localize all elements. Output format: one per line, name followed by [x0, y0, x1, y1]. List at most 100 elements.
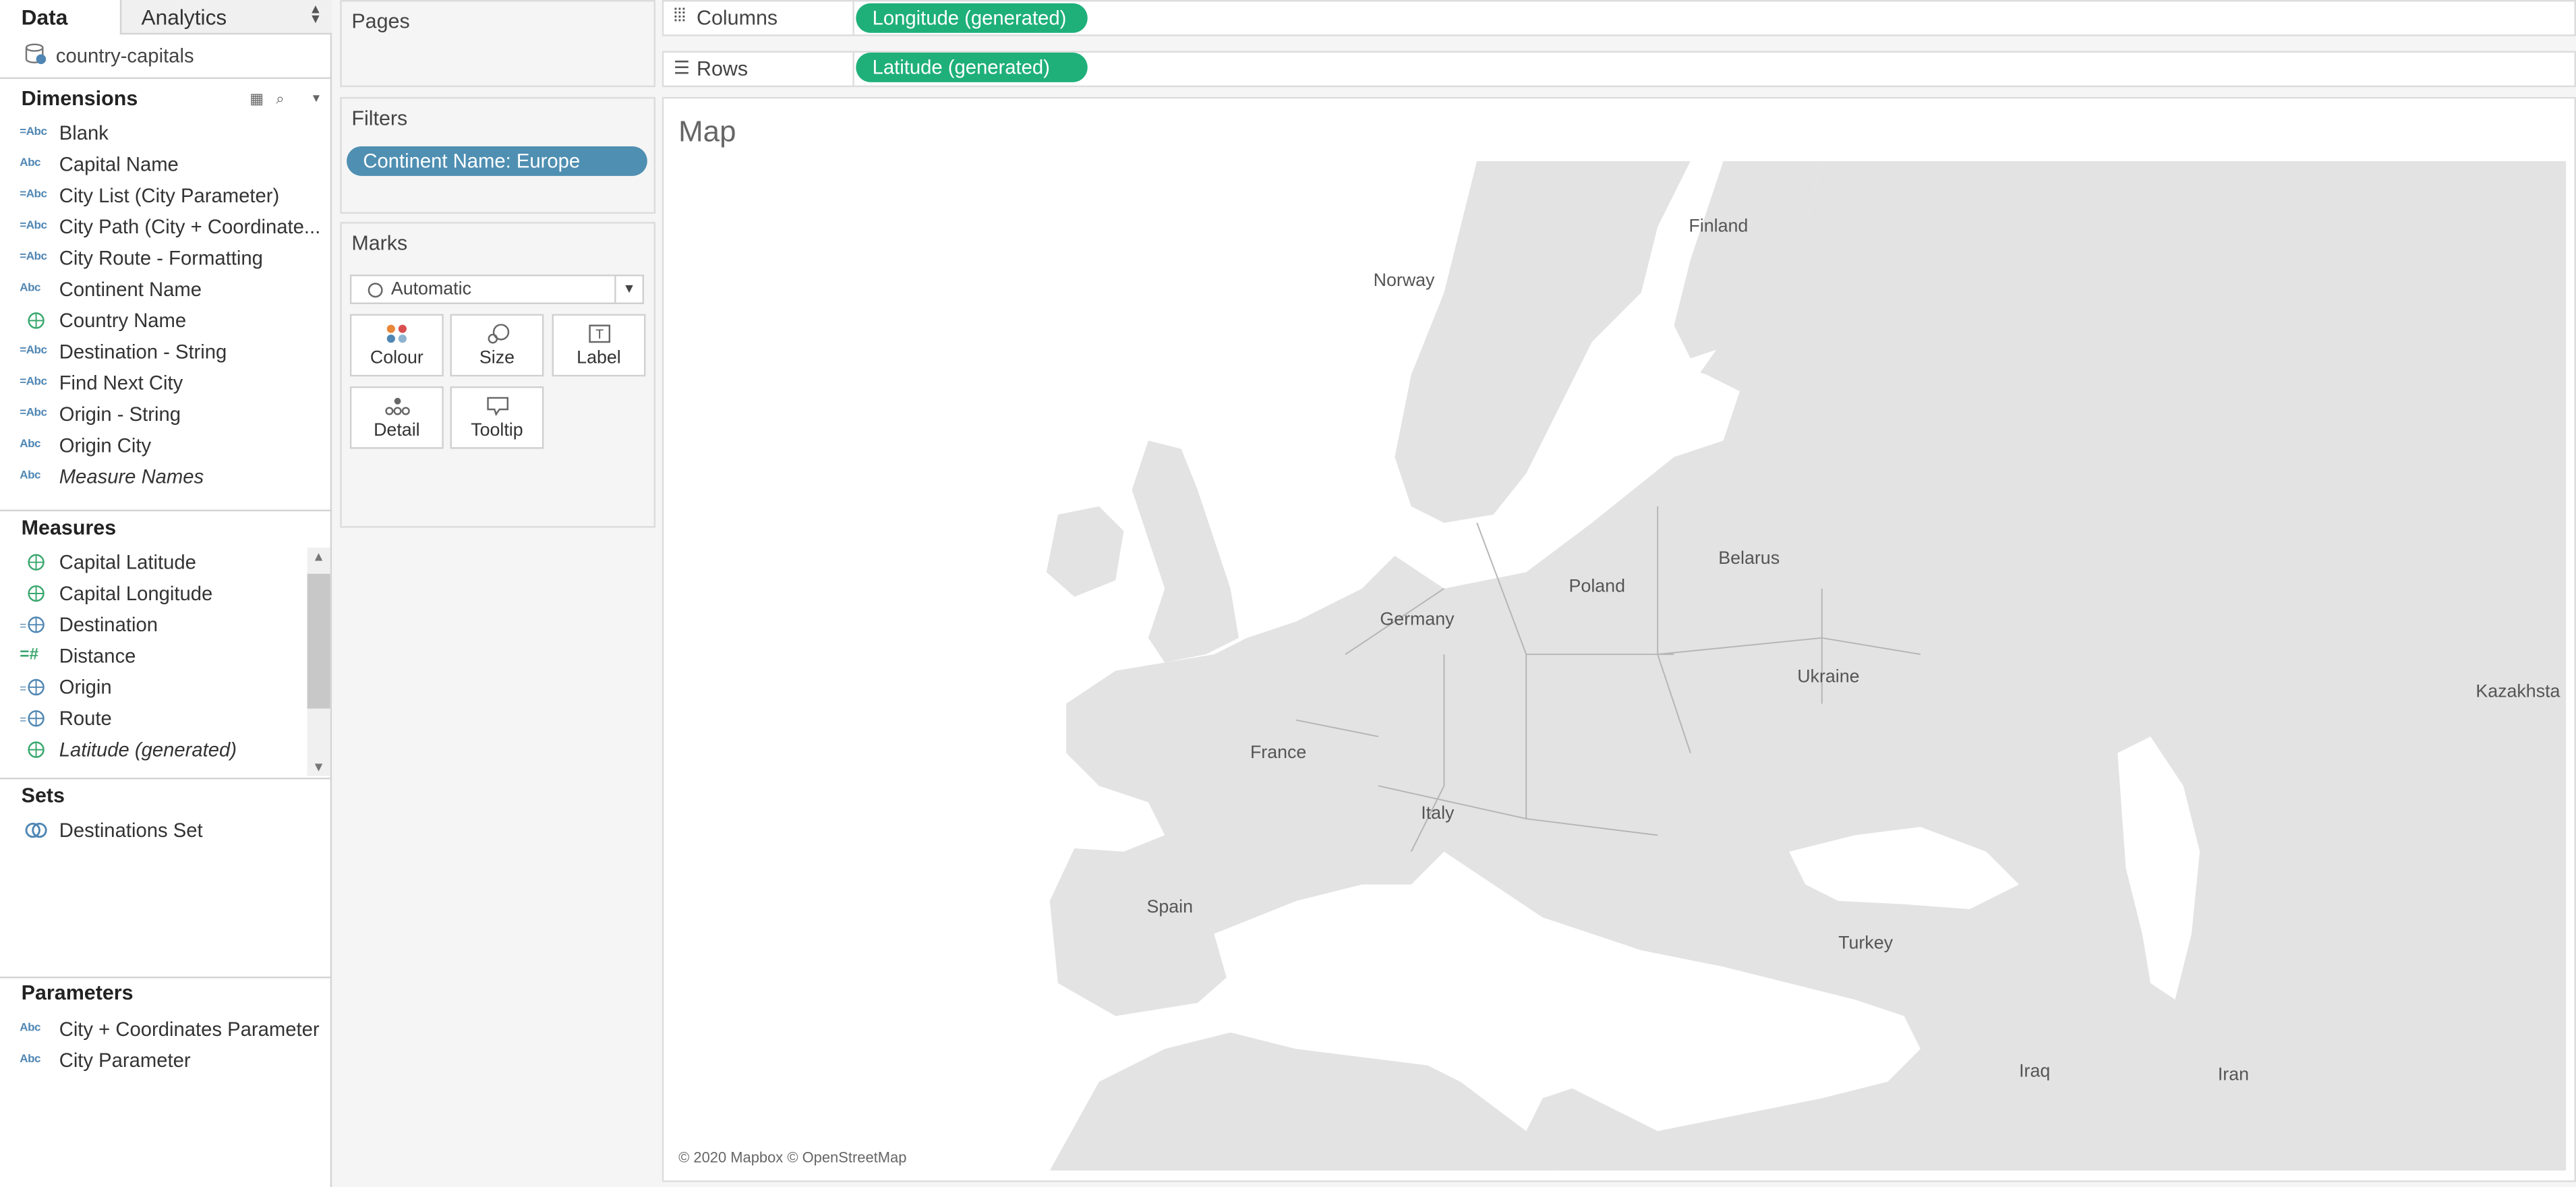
dimensions-heading: Dimensions — [21, 87, 138, 111]
map-attribution: © 2020 Mapbox © OpenStreetMap — [678, 1149, 907, 1166]
dimension-field[interactable]: =Abc Origin - String — [0, 399, 328, 430]
measure-field-label: Origin — [59, 675, 112, 699]
scrollbar-thumb[interactable] — [307, 573, 330, 709]
dimension-field-label: Origin - String — [59, 403, 181, 426]
search-icon[interactable]: ⌕ — [276, 90, 284, 109]
columns-pill-longitude[interactable]: Longitude (generated) — [856, 3, 1088, 33]
dimension-field-label: City Route - Formatting — [59, 246, 263, 270]
dimension-field[interactable]: =Abc Destination - String — [0, 337, 328, 368]
size-button[interactable]: Size — [450, 314, 544, 377]
dimension-field-label: Destination - String — [59, 340, 227, 364]
geo-type-icon — [20, 583, 53, 603]
string-type-icon: =Abc — [20, 251, 47, 264]
string-type-icon: Abc — [20, 438, 40, 451]
string-type-icon: =Abc — [20, 345, 47, 357]
svg-text:=: = — [20, 714, 26, 726]
measure-field-label: Capital Latitude — [59, 550, 196, 574]
divider — [0, 509, 332, 512]
parameter-item[interactable]: Abc City + Coordinates Parameter — [0, 1014, 328, 1045]
dimension-field-label: City List (City Parameter) — [59, 184, 280, 208]
geo-type-icon: = — [20, 615, 53, 635]
dimension-field-label: Continent Name — [59, 277, 202, 301]
colour-button[interactable]: Colour — [349, 314, 444, 377]
map-label-norway: Norway — [1374, 270, 1435, 290]
dimension-field-label: Country Name — [59, 309, 187, 332]
detail-button[interactable]: Detail — [349, 386, 444, 449]
map[interactable]: Finland Norway Poland Belarus Germany Uk… — [672, 161, 2567, 1171]
tooltip-button[interactable]: Tooltip — [450, 386, 544, 449]
sets-heading: Sets — [21, 784, 65, 807]
measure-field[interactable]: =# Distance — [0, 641, 308, 672]
pages-card[interactable]: Pages — [340, 0, 656, 88]
measure-field[interactable]: = Origin — [0, 672, 308, 703]
dimension-field[interactable]: =Abc City Route - Formatting — [0, 243, 328, 274]
geo-type-icon — [20, 552, 53, 572]
datasource-icon — [25, 43, 47, 65]
measure-field[interactable]: = Destination — [0, 610, 308, 641]
svg-text:=: = — [20, 682, 26, 695]
map-label-iran: Iran — [2218, 1064, 2249, 1084]
dimension-field[interactable]: Abc Capital Name — [0, 150, 328, 181]
size-label: Size — [479, 348, 515, 369]
circle-mark-icon — [368, 283, 383, 298]
dimension-field[interactable]: Abc Continent Name — [0, 274, 328, 306]
label-button[interactable]: T Label — [552, 314, 646, 377]
data-pane: Data Analytics ▲ ▼ country-capitals Dimen… — [0, 0, 332, 1187]
colour-icon — [386, 324, 407, 343]
label-label: Label — [577, 348, 621, 369]
measure-field-label: Latitude (generated) — [59, 738, 237, 761]
map-label-germany: Germany — [1380, 608, 1455, 629]
rows-pill-latitude[interactable]: Latitude (generated) — [856, 53, 1088, 82]
number-type-icon: =# — [20, 646, 39, 664]
text-label-icon: T — [589, 324, 611, 343]
measures-scrollbar[interactable]: ▲ ▼ — [307, 547, 330, 776]
datasource-item[interactable]: country-capitals — [0, 40, 332, 73]
pages-title: Pages — [351, 9, 410, 33]
string-type-icon: Abc — [20, 283, 40, 295]
scroll-down-icon[interactable]: ▼ — [312, 759, 325, 774]
map-label-turkey: Turkey — [1838, 933, 1893, 953]
map-label-finland: Finland — [1689, 216, 1748, 236]
dimension-field[interactable]: Country Name — [0, 306, 328, 337]
filter-pill-continent[interactable]: Continent Name: Europe — [347, 146, 647, 176]
tab-data[interactable]: Data — [0, 0, 120, 35]
dimension-field-label: City Path (City + Coordinate... — [59, 215, 321, 239]
string-type-icon: =Abc — [20, 407, 47, 419]
dimension-field[interactable]: =Abc City List (City Parameter) — [0, 181, 328, 212]
scroll-up-icon[interactable]: ▲ — [312, 549, 325, 564]
measure-field[interactable]: Capital Latitude — [0, 548, 308, 579]
measure-field[interactable]: Capital Longitude — [0, 579, 308, 610]
menu-dropdown-icon[interactable]: ▼ — [310, 94, 322, 105]
mark-type-select[interactable]: Automatic ▼ — [349, 274, 644, 304]
measure-field[interactable]: = Route — [0, 703, 308, 734]
dimension-field[interactable]: Abc Measure Names — [0, 462, 328, 493]
tab-analytics[interactable]: Analytics ▲ ▼ — [119, 0, 332, 35]
dimension-field[interactable]: =Abc Find Next City — [0, 368, 328, 399]
map-label-ukraine: Ukraine — [1797, 666, 1859, 687]
mark-type-value: Automatic — [390, 279, 471, 299]
dimension-field[interactable]: =Abc Blank — [0, 119, 328, 150]
map-label-iraq: Iraq — [2019, 1061, 2050, 1081]
map-label-italy: Italy — [1421, 803, 1455, 823]
string-type-icon: =Abc — [20, 189, 47, 201]
string-type-icon: =Abc — [20, 220, 47, 232]
dimension-field-label: Origin City — [59, 434, 152, 457]
set-icon — [25, 822, 47, 838]
dimension-field[interactable]: =Abc City Path (City + Coordinate... — [0, 212, 328, 243]
parameter-item[interactable]: Abc City Parameter — [0, 1045, 328, 1076]
set-item-label: Destinations Set — [59, 818, 203, 842]
dimension-field[interactable]: Abc Origin City — [0, 431, 328, 462]
measure-field[interactable]: Latitude (generated) — [0, 735, 308, 766]
map-canvas[interactable]: Finland Norway Poland Belarus Germany Uk… — [672, 161, 2567, 1171]
view-title: Map — [678, 115, 736, 148]
string-type-icon: Abc — [20, 1022, 40, 1035]
parameter-item-label: City + Coordinates Parameter — [59, 1017, 320, 1041]
dimension-field-label: Blank — [59, 121, 109, 145]
columns-label: Columns — [696, 6, 778, 30]
map-label-spain: Spain — [1146, 896, 1193, 917]
set-item[interactable]: Destinations Set — [0, 815, 328, 846]
view-as-list-icon[interactable]: ▦ — [250, 90, 264, 109]
svg-text:=: = — [20, 620, 26, 633]
chevron-down-icon[interactable]: ▼ — [614, 276, 642, 303]
detail-icon — [385, 397, 410, 415]
